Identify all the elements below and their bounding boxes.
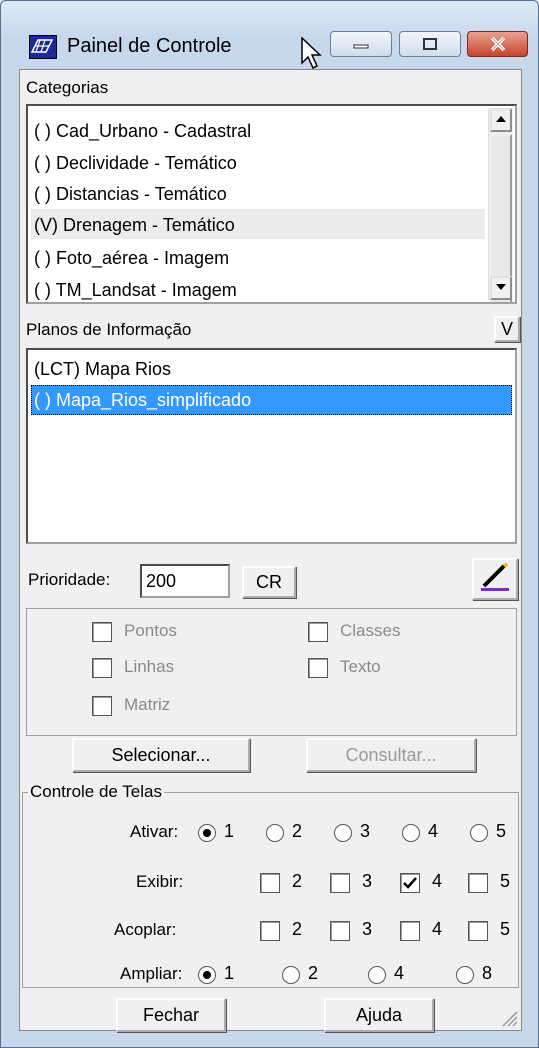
ativar-radio-2[interactable] bbox=[266, 824, 284, 842]
texto-label: Texto bbox=[340, 657, 381, 676]
acoplar-option-4: 4 bbox=[432, 919, 443, 939]
classes-label: Classes bbox=[340, 621, 401, 640]
ampliar-option-2: 2 bbox=[308, 963, 319, 983]
scroll-up-button[interactable] bbox=[490, 108, 512, 132]
acoplar-option-5: 5 bbox=[500, 919, 511, 939]
arrow-up-icon bbox=[496, 116, 506, 122]
categorias-scrollbar[interactable] bbox=[488, 108, 513, 302]
app-icon bbox=[29, 35, 57, 59]
ampliar-radio-4[interactable] bbox=[368, 966, 386, 984]
exibir-checkbox-5[interactable] bbox=[468, 873, 488, 893]
acoplar-option-2: 2 bbox=[292, 919, 303, 939]
consultar-button[interactable]: Consultar... bbox=[306, 738, 476, 772]
matriz-label: Matriz bbox=[124, 695, 171, 714]
list-item[interactable]: ( ) TM_Landsat - Imagem bbox=[34, 275, 237, 302]
planos-label: Planos de Informação bbox=[26, 320, 192, 339]
exibir-checkbox-4[interactable] bbox=[400, 873, 420, 893]
ampliar-option-8: 8 bbox=[482, 963, 493, 983]
fechar-button[interactable]: Fechar bbox=[116, 998, 226, 1032]
exibir-label: Exibir: bbox=[136, 872, 184, 891]
list-item[interactable]: (LCT) Mapa Rios bbox=[34, 354, 171, 384]
exibir-option-4: 4 bbox=[432, 871, 443, 891]
ampliar-option-4: 4 bbox=[394, 963, 405, 983]
controle-legend: Controle de Telas bbox=[28, 782, 164, 802]
exibir-checkbox-2[interactable] bbox=[260, 873, 280, 893]
acoplar-checkbox-3[interactable] bbox=[330, 921, 350, 941]
exibir-option-3: 3 bbox=[362, 871, 373, 891]
linhas-checkbox[interactable] bbox=[92, 658, 112, 678]
minimize-button[interactable] bbox=[330, 31, 392, 57]
list-item[interactable]: (V) Drenagem - Temático bbox=[34, 210, 235, 240]
pontos-label: Pontos bbox=[124, 621, 177, 640]
list-item[interactable]: ( ) Mapa_Rios_simplificado bbox=[34, 385, 251, 415]
close-button[interactable] bbox=[467, 31, 528, 57]
ativar-option-5: 5 bbox=[496, 821, 507, 841]
acoplar-option-3: 3 bbox=[362, 919, 373, 939]
ajuda-button[interactable]: Ajuda bbox=[324, 998, 434, 1032]
acoplar-checkbox-5[interactable] bbox=[468, 921, 488, 941]
classes-checkbox[interactable] bbox=[308, 622, 328, 642]
arrow-down-icon bbox=[496, 284, 506, 290]
ampliar-radio-2[interactable] bbox=[282, 966, 300, 984]
matriz-checkbox[interactable] bbox=[92, 696, 112, 716]
maximize-icon bbox=[423, 38, 437, 50]
ativar-radio-1[interactable] bbox=[198, 824, 216, 842]
exibir-option-5: 5 bbox=[500, 871, 511, 891]
list-item[interactable]: ( ) Declividade - Temático bbox=[34, 148, 237, 178]
list-item[interactable]: ( ) Cad_Urbano - Cadastral bbox=[34, 116, 251, 146]
categorias-list[interactable]: ( ) Cad_Urbano - Cadastral ( ) Declivida… bbox=[26, 104, 517, 304]
scroll-down-button[interactable] bbox=[490, 276, 512, 300]
ativar-option-4: 4 bbox=[428, 821, 439, 841]
checkmark-icon bbox=[403, 877, 417, 889]
maximize-button[interactable] bbox=[399, 31, 461, 57]
mouse-cursor-icon bbox=[301, 37, 322, 70]
linhas-label: Linhas bbox=[124, 657, 175, 676]
planos-v-button[interactable]: V bbox=[494, 316, 520, 342]
minimize-icon bbox=[353, 44, 369, 49]
list-item[interactable]: ( ) Foto_aérea - Imagem bbox=[34, 243, 229, 273]
cr-button[interactable]: CR bbox=[242, 566, 296, 598]
control-panel-window: Painel de Controle Categorias ( ) Cad_Ur… bbox=[0, 0, 539, 1048]
selecionar-button[interactable]: Selecionar... bbox=[72, 738, 250, 772]
edit-color-button[interactable] bbox=[472, 558, 518, 600]
ativar-option-1: 1 bbox=[224, 821, 235, 841]
ampliar-radio-8[interactable] bbox=[456, 966, 474, 984]
ativar-option-2: 2 bbox=[292, 821, 303, 841]
prioridade-input[interactable]: 200 bbox=[140, 564, 230, 598]
ampliar-label: Ampliar: bbox=[120, 964, 183, 983]
list-item[interactable]: ( ) Distancias - Temático bbox=[34, 179, 227, 209]
ativar-radio-4[interactable] bbox=[402, 824, 420, 842]
ampliar-option-1: 1 bbox=[224, 963, 235, 983]
exibir-option-2: 2 bbox=[292, 871, 303, 891]
planos-list[interactable]: (LCT) Mapa Rios ( ) Mapa_Rios_simplifica… bbox=[26, 348, 517, 544]
ampliar-radio-1[interactable] bbox=[198, 966, 216, 984]
pontos-checkbox[interactable] bbox=[92, 622, 112, 642]
exibir-checkbox-3[interactable] bbox=[330, 873, 350, 893]
window-title: Painel de Controle bbox=[67, 35, 232, 57]
ativar-radio-5[interactable] bbox=[470, 824, 488, 842]
prioridade-label: Prioridade: bbox=[28, 570, 111, 589]
client-area: Categorias ( ) Cad_Urbano - Cadastral ( … bbox=[19, 69, 522, 1032]
close-icon bbox=[490, 36, 505, 52]
acoplar-checkbox-4[interactable] bbox=[400, 921, 420, 941]
categorias-label: Categorias bbox=[26, 78, 109, 97]
pencil-icon bbox=[481, 562, 509, 591]
ativar-radio-3[interactable] bbox=[334, 824, 352, 842]
ativar-option-3: 3 bbox=[360, 821, 371, 841]
ativar-label: Ativar: bbox=[130, 822, 179, 841]
texto-checkbox[interactable] bbox=[308, 658, 328, 678]
resize-grip-icon[interactable] bbox=[499, 1008, 519, 1028]
acoplar-label: Acoplar: bbox=[114, 920, 177, 939]
acoplar-checkbox-2[interactable] bbox=[260, 921, 280, 941]
